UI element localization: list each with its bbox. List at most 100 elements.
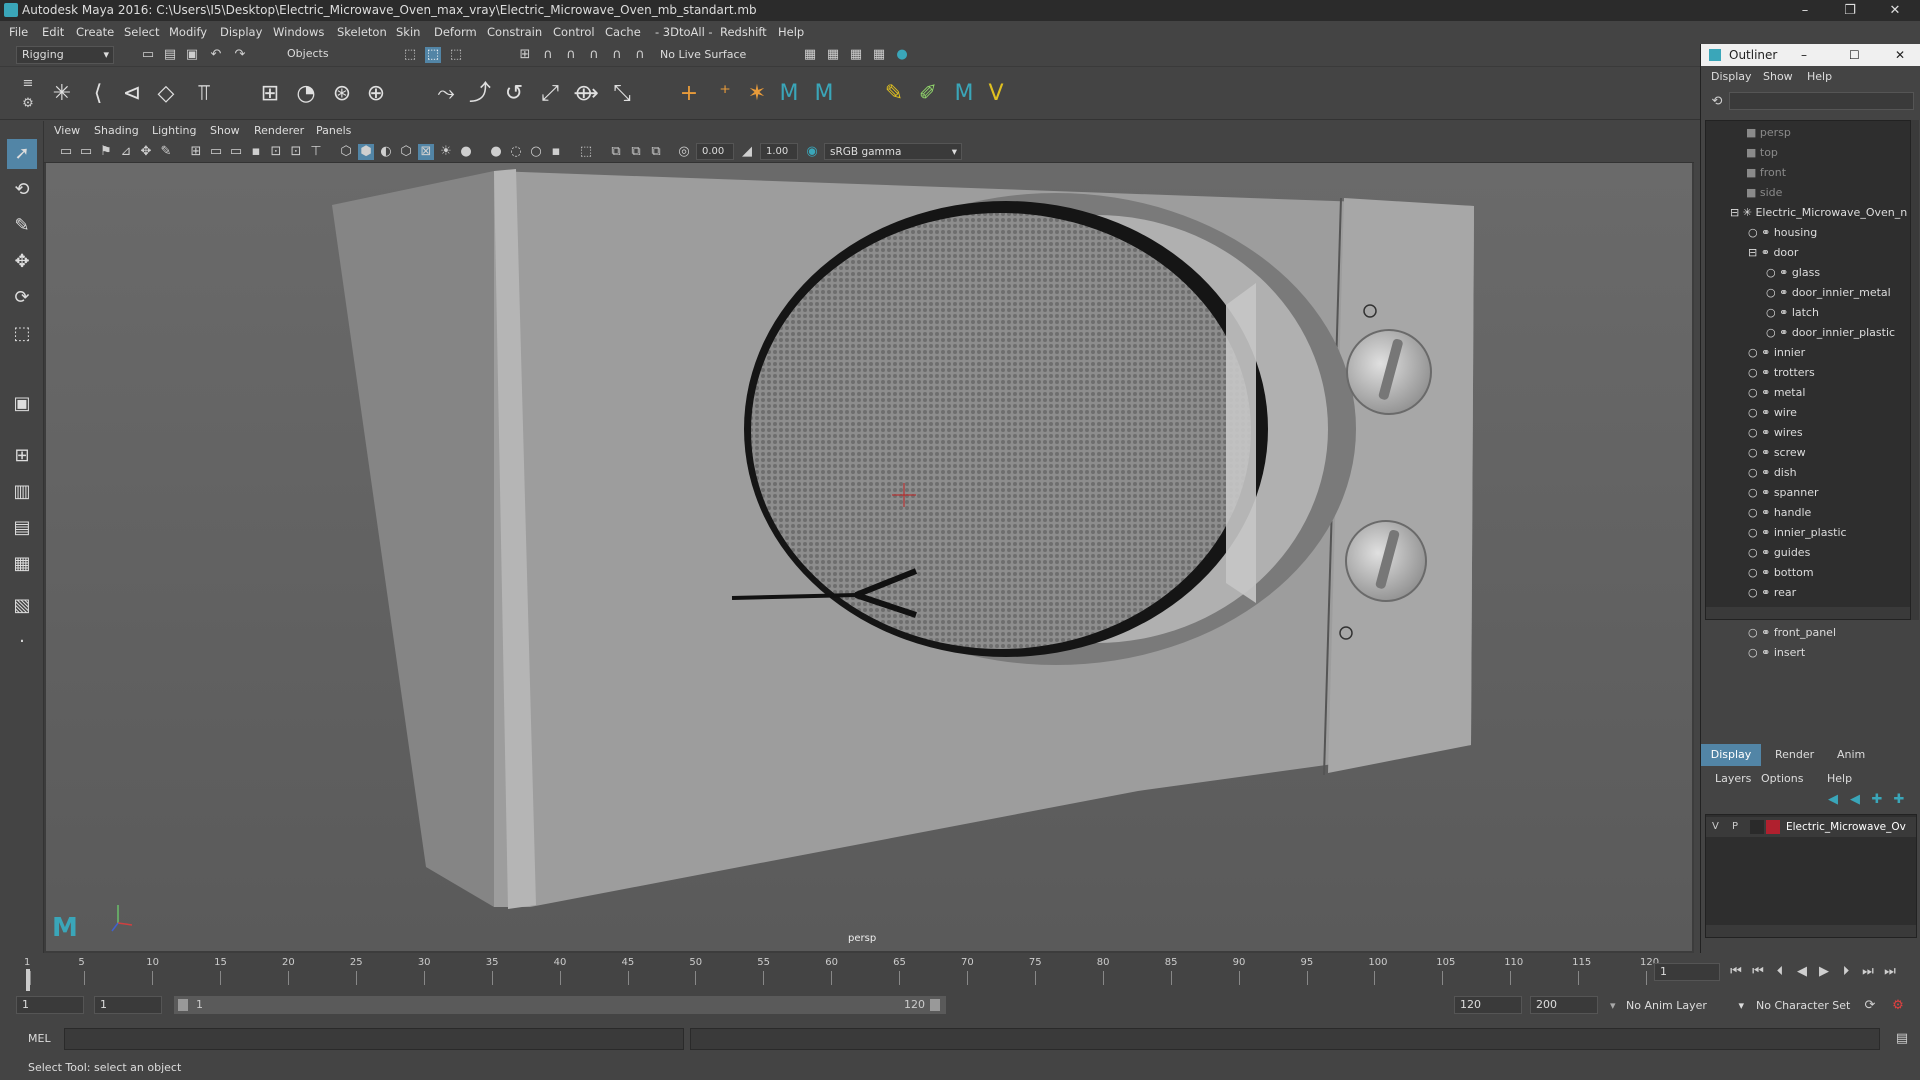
panel-menu-renderer[interactable]: Renderer xyxy=(254,121,304,141)
outliner-item[interactable]: ○ ⚭ rear xyxy=(1748,583,1796,603)
render-frame-icon[interactable]: ▦ xyxy=(871,47,887,63)
select-object-icon[interactable]: ⬚ xyxy=(425,47,441,63)
grid-icon[interactable]: ⊞ xyxy=(188,144,204,160)
go-to-start-icon[interactable]: ⏮ xyxy=(1728,964,1744,980)
panel-menu-show[interactable]: Show xyxy=(210,121,240,141)
layer-menu-layers[interactable]: Layers xyxy=(1715,772,1751,785)
step-forward-key-icon[interactable]: ⏭ xyxy=(1860,964,1876,980)
rotate-tool-icon[interactable]: ⟳ xyxy=(7,283,37,313)
outliner-item-camera[interactable]: ■ front xyxy=(1746,163,1786,183)
pole-vector-icon[interactable]: ⤡ xyxy=(608,80,636,108)
outliner-item[interactable]: ○ ⚭ front_panel xyxy=(1748,623,1836,643)
scale-constraint-icon[interactable]: ⤢ xyxy=(536,80,564,108)
snap-surface-icon[interactable]: ∩ xyxy=(609,47,625,63)
xray-components-icon[interactable]: ⧉ xyxy=(648,144,664,160)
maya-logo-icon[interactable]: M xyxy=(775,80,803,108)
isolate-select-icon[interactable]: ⬚ xyxy=(578,144,594,160)
anim-layer-dropdown[interactable]: No Anim Layer ▾ xyxy=(1626,996,1744,1016)
quick-rig-icon[interactable]: M xyxy=(950,80,978,108)
outliner-item[interactable]: ○ ⚭ spanner xyxy=(1748,483,1819,503)
safe-title-icon[interactable]: ⊤ xyxy=(308,144,324,160)
use-all-lights-icon[interactable]: ☀ xyxy=(438,144,454,160)
menu-skeleton[interactable]: Skeleton xyxy=(337,21,387,43)
command-language-label[interactable]: MEL xyxy=(28,1032,51,1045)
outliner-hscrollbar[interactable] xyxy=(1706,607,1910,619)
outliner-menu-help[interactable]: Help xyxy=(1807,70,1832,83)
outliner-item-camera[interactable]: ■ top xyxy=(1746,143,1778,163)
layer-playback-toggle[interactable]: P xyxy=(1732,817,1738,837)
hypershade-icon[interactable]: ● xyxy=(894,47,910,63)
panel-menu-shading[interactable]: Shading xyxy=(94,121,139,141)
current-frame-field[interactable]: 1 xyxy=(1654,963,1720,981)
outliner-menu-display[interactable]: Display xyxy=(1711,70,1752,83)
step-forward-frame-icon[interactable]: ⏵ xyxy=(1838,964,1854,980)
layer-menu-help[interactable]: Help xyxy=(1827,772,1852,785)
outliner-item[interactable]: ○ ⚭ metal xyxy=(1748,383,1805,403)
command-input[interactable] xyxy=(64,1028,684,1050)
screen-space-ao-icon[interactable]: ● xyxy=(488,144,504,160)
layer-color-swatch[interactable] xyxy=(1766,820,1780,834)
render-settings-icon[interactable]: ▦ xyxy=(802,47,818,63)
layer-hscrollbar[interactable] xyxy=(1706,925,1916,937)
locator-icon[interactable]: + xyxy=(675,80,703,108)
maximize-button[interactable]: ❐ xyxy=(1830,0,1870,21)
four-view-layout-icon[interactable]: ⊞ xyxy=(7,441,37,471)
auto-key-icon[interactable]: ⟳ xyxy=(1862,998,1878,1014)
menu-edit[interactable]: Edit xyxy=(42,21,64,43)
textured-icon[interactable]: ⊠ xyxy=(418,144,434,160)
aim-constraint-icon[interactable]: ⤴ xyxy=(466,80,494,108)
animation-prefs-icon[interactable]: ⚙ xyxy=(1890,998,1906,1014)
resolution-gate-icon[interactable]: ▭ xyxy=(228,144,244,160)
outliner-vscrollbar[interactable] xyxy=(1911,120,1919,620)
hik-icon[interactable]: M xyxy=(810,80,838,108)
outliner-maximize-button[interactable]: ☐ xyxy=(1849,44,1860,66)
current-time-indicator[interactable] xyxy=(26,969,30,991)
play-forwards-icon[interactable]: ▶ xyxy=(1816,964,1832,980)
select-camera-icon[interactable]: ▭ xyxy=(58,144,74,160)
step-back-key-icon[interactable]: ⏮ xyxy=(1750,964,1766,980)
outliner-item[interactable]: ○ ⚭ trotters xyxy=(1748,363,1815,383)
ik-handle-icon[interactable]: ⟨ xyxy=(84,80,112,108)
exposure-field[interactable]: 0.00 xyxy=(696,143,734,160)
image-plane-icon[interactable]: ⊿ xyxy=(118,144,134,160)
xray-joints-icon[interactable]: ⧉ xyxy=(628,144,644,160)
2d-pan-zoom-icon[interactable]: ✥ xyxy=(138,144,154,160)
lasso-tool-icon[interactable]: ⟲ xyxy=(7,175,37,205)
cluster-icon[interactable]: ⁺ xyxy=(711,80,739,108)
outliner-menu-show[interactable]: Show xyxy=(1763,70,1793,83)
close-button[interactable]: ✕ xyxy=(1875,0,1915,21)
wireframe-icon[interactable]: ⬡ xyxy=(338,144,354,160)
menu-cache[interactable]: Cache xyxy=(605,21,641,43)
blendshape-icon[interactable]: ✎ xyxy=(880,80,908,108)
outliner-item[interactable]: ○ ⚭ latch xyxy=(1766,303,1819,323)
select-tool-icon[interactable]: ➚ xyxy=(7,139,37,169)
new-layer-selected-icon[interactable]: ✚ xyxy=(1891,792,1907,808)
open-scene-icon[interactable]: ▤ xyxy=(162,47,178,63)
snap-magnet-icon[interactable]: ∩ xyxy=(632,47,648,63)
go-to-end-icon[interactable]: ⏭ xyxy=(1882,964,1898,980)
outliner-item[interactable]: ○ ⚭ insert xyxy=(1748,643,1805,663)
paint-select-icon[interactable]: ✎ xyxy=(7,211,37,241)
3d-viewport[interactable]: persp M xyxy=(46,163,1692,951)
color-space-dropdown[interactable]: sRGB gamma ▾ xyxy=(824,143,962,160)
outliner-item-camera[interactable]: ■ side xyxy=(1746,183,1782,203)
range-end-handle[interactable] xyxy=(930,999,940,1011)
shadows-icon[interactable]: ● xyxy=(458,144,474,160)
panel-menu-lighting[interactable]: Lighting xyxy=(152,121,196,141)
outliner-item-camera[interactable]: ■ persp xyxy=(1746,123,1791,143)
character-set-dropdown[interactable]: No Character Set xyxy=(1756,996,1874,1016)
range-slider[interactable]: 1 120 xyxy=(174,996,946,1014)
menu-redshift[interactable]: Redshift xyxy=(720,21,767,43)
script-editor-icon[interactable]: ▤ xyxy=(1894,1031,1910,1047)
menu-deform[interactable]: Deform xyxy=(434,21,477,43)
move-tool-icon[interactable]: ✥ xyxy=(7,247,37,277)
mirror-joint-icon[interactable]: ⫪ xyxy=(190,80,218,108)
paint-weights-icon[interactable]: ⊛ xyxy=(328,80,356,108)
orient-constraint-icon[interactable]: ↺ xyxy=(500,80,528,108)
layer-visibility-toggle[interactable]: V xyxy=(1712,817,1719,837)
range-start-handle[interactable] xyxy=(178,999,188,1011)
menu-3dtoall[interactable]: - 3DtoAll - xyxy=(655,21,713,43)
ipr-render-icon[interactable]: ▦ xyxy=(848,47,864,63)
snap-curve-icon[interactable]: ∩ xyxy=(540,47,556,63)
anti-aliasing-icon[interactable]: ○ xyxy=(528,144,544,160)
